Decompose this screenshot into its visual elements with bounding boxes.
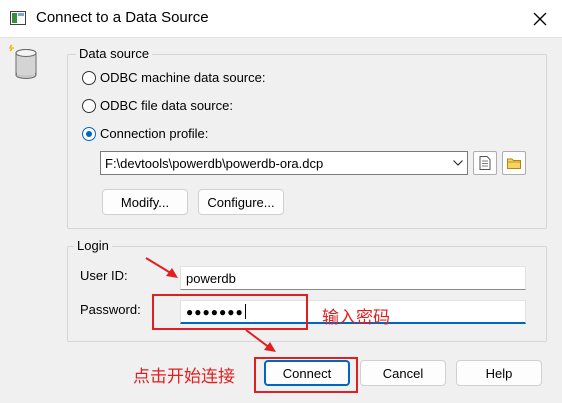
login-legend: Login bbox=[74, 238, 112, 253]
cancel-button[interactable]: Cancel bbox=[360, 360, 446, 386]
document-icon bbox=[479, 156, 491, 170]
radio-odbc-machine[interactable]: ODBC machine data source: bbox=[82, 70, 265, 85]
radio-button-selected[interactable] bbox=[82, 126, 96, 141]
dropdown-arrow[interactable] bbox=[449, 152, 467, 174]
radio-connection-profile[interactable]: Connection profile: bbox=[82, 126, 208, 141]
radio-button[interactable] bbox=[82, 70, 96, 85]
window-app-icon bbox=[10, 11, 26, 25]
annotation-connect-note: 点击开始连接 bbox=[133, 367, 235, 387]
title-bar: Connect to a Data Source bbox=[0, 0, 562, 38]
chevron-down-icon bbox=[453, 160, 463, 166]
close-icon bbox=[533, 12, 547, 26]
radio-label-odbc-file: ODBC file data source: bbox=[100, 98, 233, 113]
browse-profile-button[interactable] bbox=[502, 151, 526, 175]
data-source-legend: Data source bbox=[76, 46, 153, 61]
password-label: Password: bbox=[80, 302, 141, 317]
configure-button[interactable]: Configure... bbox=[198, 189, 284, 215]
annotation-arrow-user-id bbox=[145, 257, 178, 278]
profile-path-value: F:\devtools\powerdb\powerdb-ora.dcp bbox=[105, 155, 324, 171]
help-button[interactable]: Help bbox=[456, 360, 542, 386]
modify-button[interactable]: Modify... bbox=[102, 189, 188, 215]
window-title: Connect to a Data Source bbox=[36, 9, 209, 26]
close-button[interactable] bbox=[526, 6, 554, 32]
annotation-box-password bbox=[152, 294, 308, 330]
user-id-label: User ID: bbox=[80, 268, 128, 283]
radio-odbc-file[interactable]: ODBC file data source: bbox=[82, 98, 233, 113]
radio-label-odbc-machine: ODBC machine data source: bbox=[100, 70, 266, 85]
user-id-value: powerdb bbox=[186, 270, 236, 286]
radio-label-connection-profile: Connection profile: bbox=[100, 126, 209, 141]
profile-combobox[interactable]: F:\devtools\powerdb\powerdb-ora.dcp bbox=[100, 151, 468, 175]
annotation-box-connect bbox=[254, 357, 358, 393]
database-icon bbox=[9, 44, 37, 79]
folder-icon bbox=[507, 158, 521, 169]
radio-button[interactable] bbox=[82, 98, 96, 113]
annotation-password-note: 输入密码 bbox=[322, 308, 390, 328]
user-id-input[interactable]: powerdb bbox=[180, 266, 526, 290]
annotation-arrow-connect bbox=[245, 329, 276, 352]
edit-profile-button[interactable] bbox=[473, 151, 497, 175]
